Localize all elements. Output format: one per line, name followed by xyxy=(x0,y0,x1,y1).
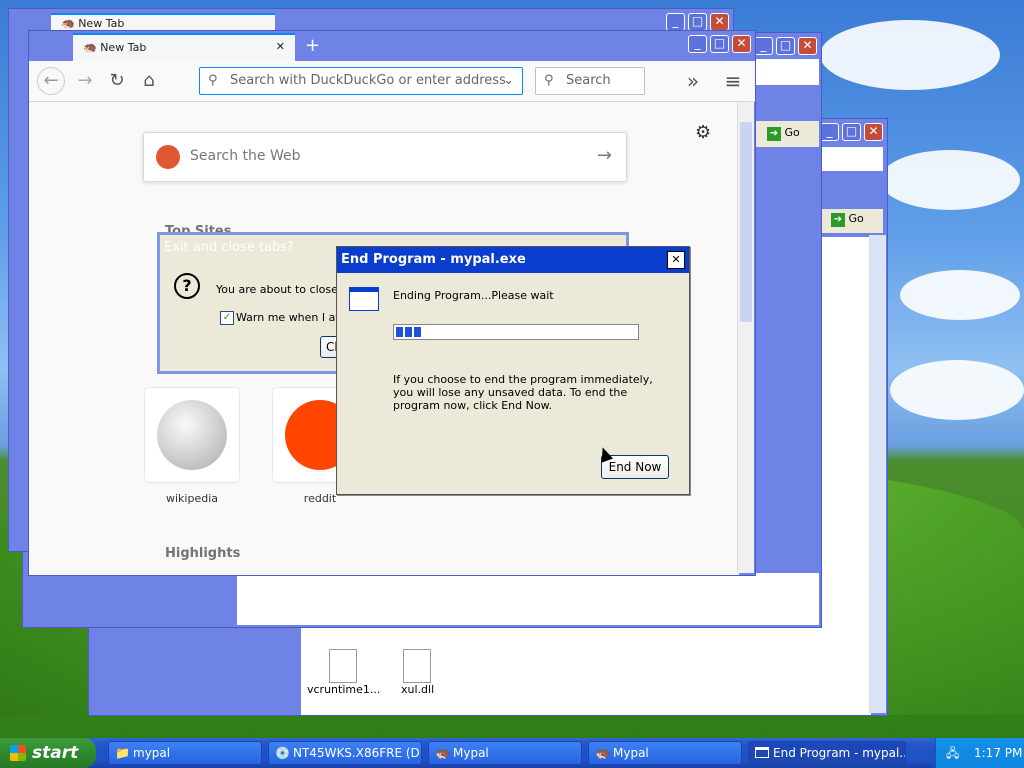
gear-icon[interactable]: ⚙ xyxy=(695,122,711,143)
scrollbar-thumb[interactable] xyxy=(740,122,752,322)
highlights-heading: Highlights xyxy=(165,546,241,561)
windows-logo-icon xyxy=(10,745,26,761)
question-icon: ? xyxy=(174,273,200,299)
task-mypal-1[interactable]: 🦔 Mypal xyxy=(428,741,582,765)
go-button[interactable]: ➔ Go xyxy=(767,126,800,141)
scrollbar[interactable] xyxy=(737,102,754,573)
window-icon xyxy=(755,747,769,758)
minimize-button[interactable]: _ xyxy=(754,37,773,55)
maximize-button[interactable]: □ xyxy=(842,123,861,141)
dll-file-icon[interactable] xyxy=(329,649,357,683)
maximize-button[interactable]: □ xyxy=(776,37,795,55)
arrow-right-icon[interactable]: → xyxy=(597,145,612,166)
system-tray: 🖧 1:17 PM xyxy=(935,738,1024,768)
folder-icon: 📁 xyxy=(115,746,130,760)
top-site-tile[interactable] xyxy=(145,388,239,482)
tab-title: New Tab xyxy=(100,41,147,54)
dialog-title: Exit and close tabs? xyxy=(164,240,294,255)
tab-close-icon[interactable]: ✕ xyxy=(276,40,285,53)
forward-arrow-icon[interactable]: → xyxy=(71,67,99,95)
close-button[interactable]: ✕ xyxy=(864,123,883,141)
chevron-down-icon[interactable]: ⌄ xyxy=(503,68,514,94)
dll-file-icon[interactable] xyxy=(403,649,431,683)
end-program-dialog[interactable]: End Program - mypal.exe ✕ Ending Program… xyxy=(336,246,690,495)
nav-toolbar: ← → ↻ ⌂ ⚲ Search with DuckDuckGo or ente… xyxy=(29,61,755,102)
task-mypal-2[interactable]: 🦔 Mypal xyxy=(588,741,742,765)
overflow-chevron-icon[interactable]: » xyxy=(679,67,707,95)
close-icon[interactable]: ✕ xyxy=(667,251,685,269)
file-label[interactable]: vcruntime1... xyxy=(307,683,380,696)
reload-icon[interactable]: ↻ xyxy=(103,67,131,95)
close-button[interactable]: ✕ xyxy=(732,35,751,53)
search-bar[interactable]: ⚲ Search xyxy=(535,67,645,95)
progress-fill xyxy=(396,327,422,337)
minimize-button[interactable]: _ xyxy=(688,35,707,53)
start-button[interactable]: start xyxy=(0,738,96,768)
url-bar[interactable]: ⚲ Search with DuckDuckGo or enter addres… xyxy=(199,67,523,95)
duckduckgo-icon xyxy=(156,145,180,169)
minimize-button[interactable]: _ xyxy=(820,123,839,141)
warn-checkbox-label[interactable]: Warn me when I atte xyxy=(236,311,351,324)
status-text: Ending Program...Please wait xyxy=(393,289,554,302)
wikipedia-globe-icon xyxy=(157,400,227,470)
task-mypal-folder[interactable]: 📁 mypal xyxy=(108,741,262,765)
hamburger-menu-icon[interactable]: ≡ xyxy=(719,67,747,95)
minimize-button[interactable]: _ xyxy=(666,13,685,31)
mypal-icon: 🦔 xyxy=(435,746,450,760)
back-arrow-icon[interactable]: ← xyxy=(37,67,65,95)
search-icon: ⚲ xyxy=(544,73,554,88)
network-icon[interactable]: 🖧 xyxy=(946,738,959,768)
clock[interactable]: 1:17 PM xyxy=(974,738,1022,768)
maximize-button[interactable]: □ xyxy=(710,35,729,53)
cd-drive-icon: 💿 xyxy=(275,746,290,760)
close-button[interactable]: ✕ xyxy=(798,37,817,55)
close-button[interactable]: ✕ xyxy=(710,13,729,31)
task-end-program[interactable]: End Program - mypal.... xyxy=(748,741,906,765)
top-site-label[interactable]: wikipedia xyxy=(145,492,239,505)
end-program-titlebar: End Program - mypal.exe ✕ xyxy=(337,247,689,273)
file-label[interactable]: xul.dll xyxy=(401,683,434,696)
window-icon xyxy=(349,287,379,311)
new-tab-button[interactable]: + xyxy=(305,35,320,56)
search-icon: ⚲ xyxy=(208,73,218,88)
tab-new-tab[interactable]: 🦔 New Tab ✕ xyxy=(73,33,295,61)
warning-message: If you choose to end the program immedia… xyxy=(393,373,653,412)
mypal-icon: 🦔 xyxy=(83,41,97,54)
go-button[interactable]: ➔ Go xyxy=(831,212,864,227)
mypal-icon: 🦔 xyxy=(61,17,75,30)
warn-checkbox[interactable]: ✓ xyxy=(220,311,234,325)
mypal-icon: 🦔 xyxy=(595,746,610,760)
home-icon[interactable]: ⌂ xyxy=(135,67,163,95)
task-cd-drive[interactable]: 💿 NT45WKS.X86FRE (D:) xyxy=(268,741,422,765)
taskbar: start 📁 mypal 💿 NT45WKS.X86FRE (D:) 🦔 Mypal… xyxy=(0,738,1024,768)
web-search-box[interactable]: Search the Web → xyxy=(143,132,627,182)
progress-bar xyxy=(393,324,639,340)
maximize-button[interactable]: □ xyxy=(688,13,707,31)
